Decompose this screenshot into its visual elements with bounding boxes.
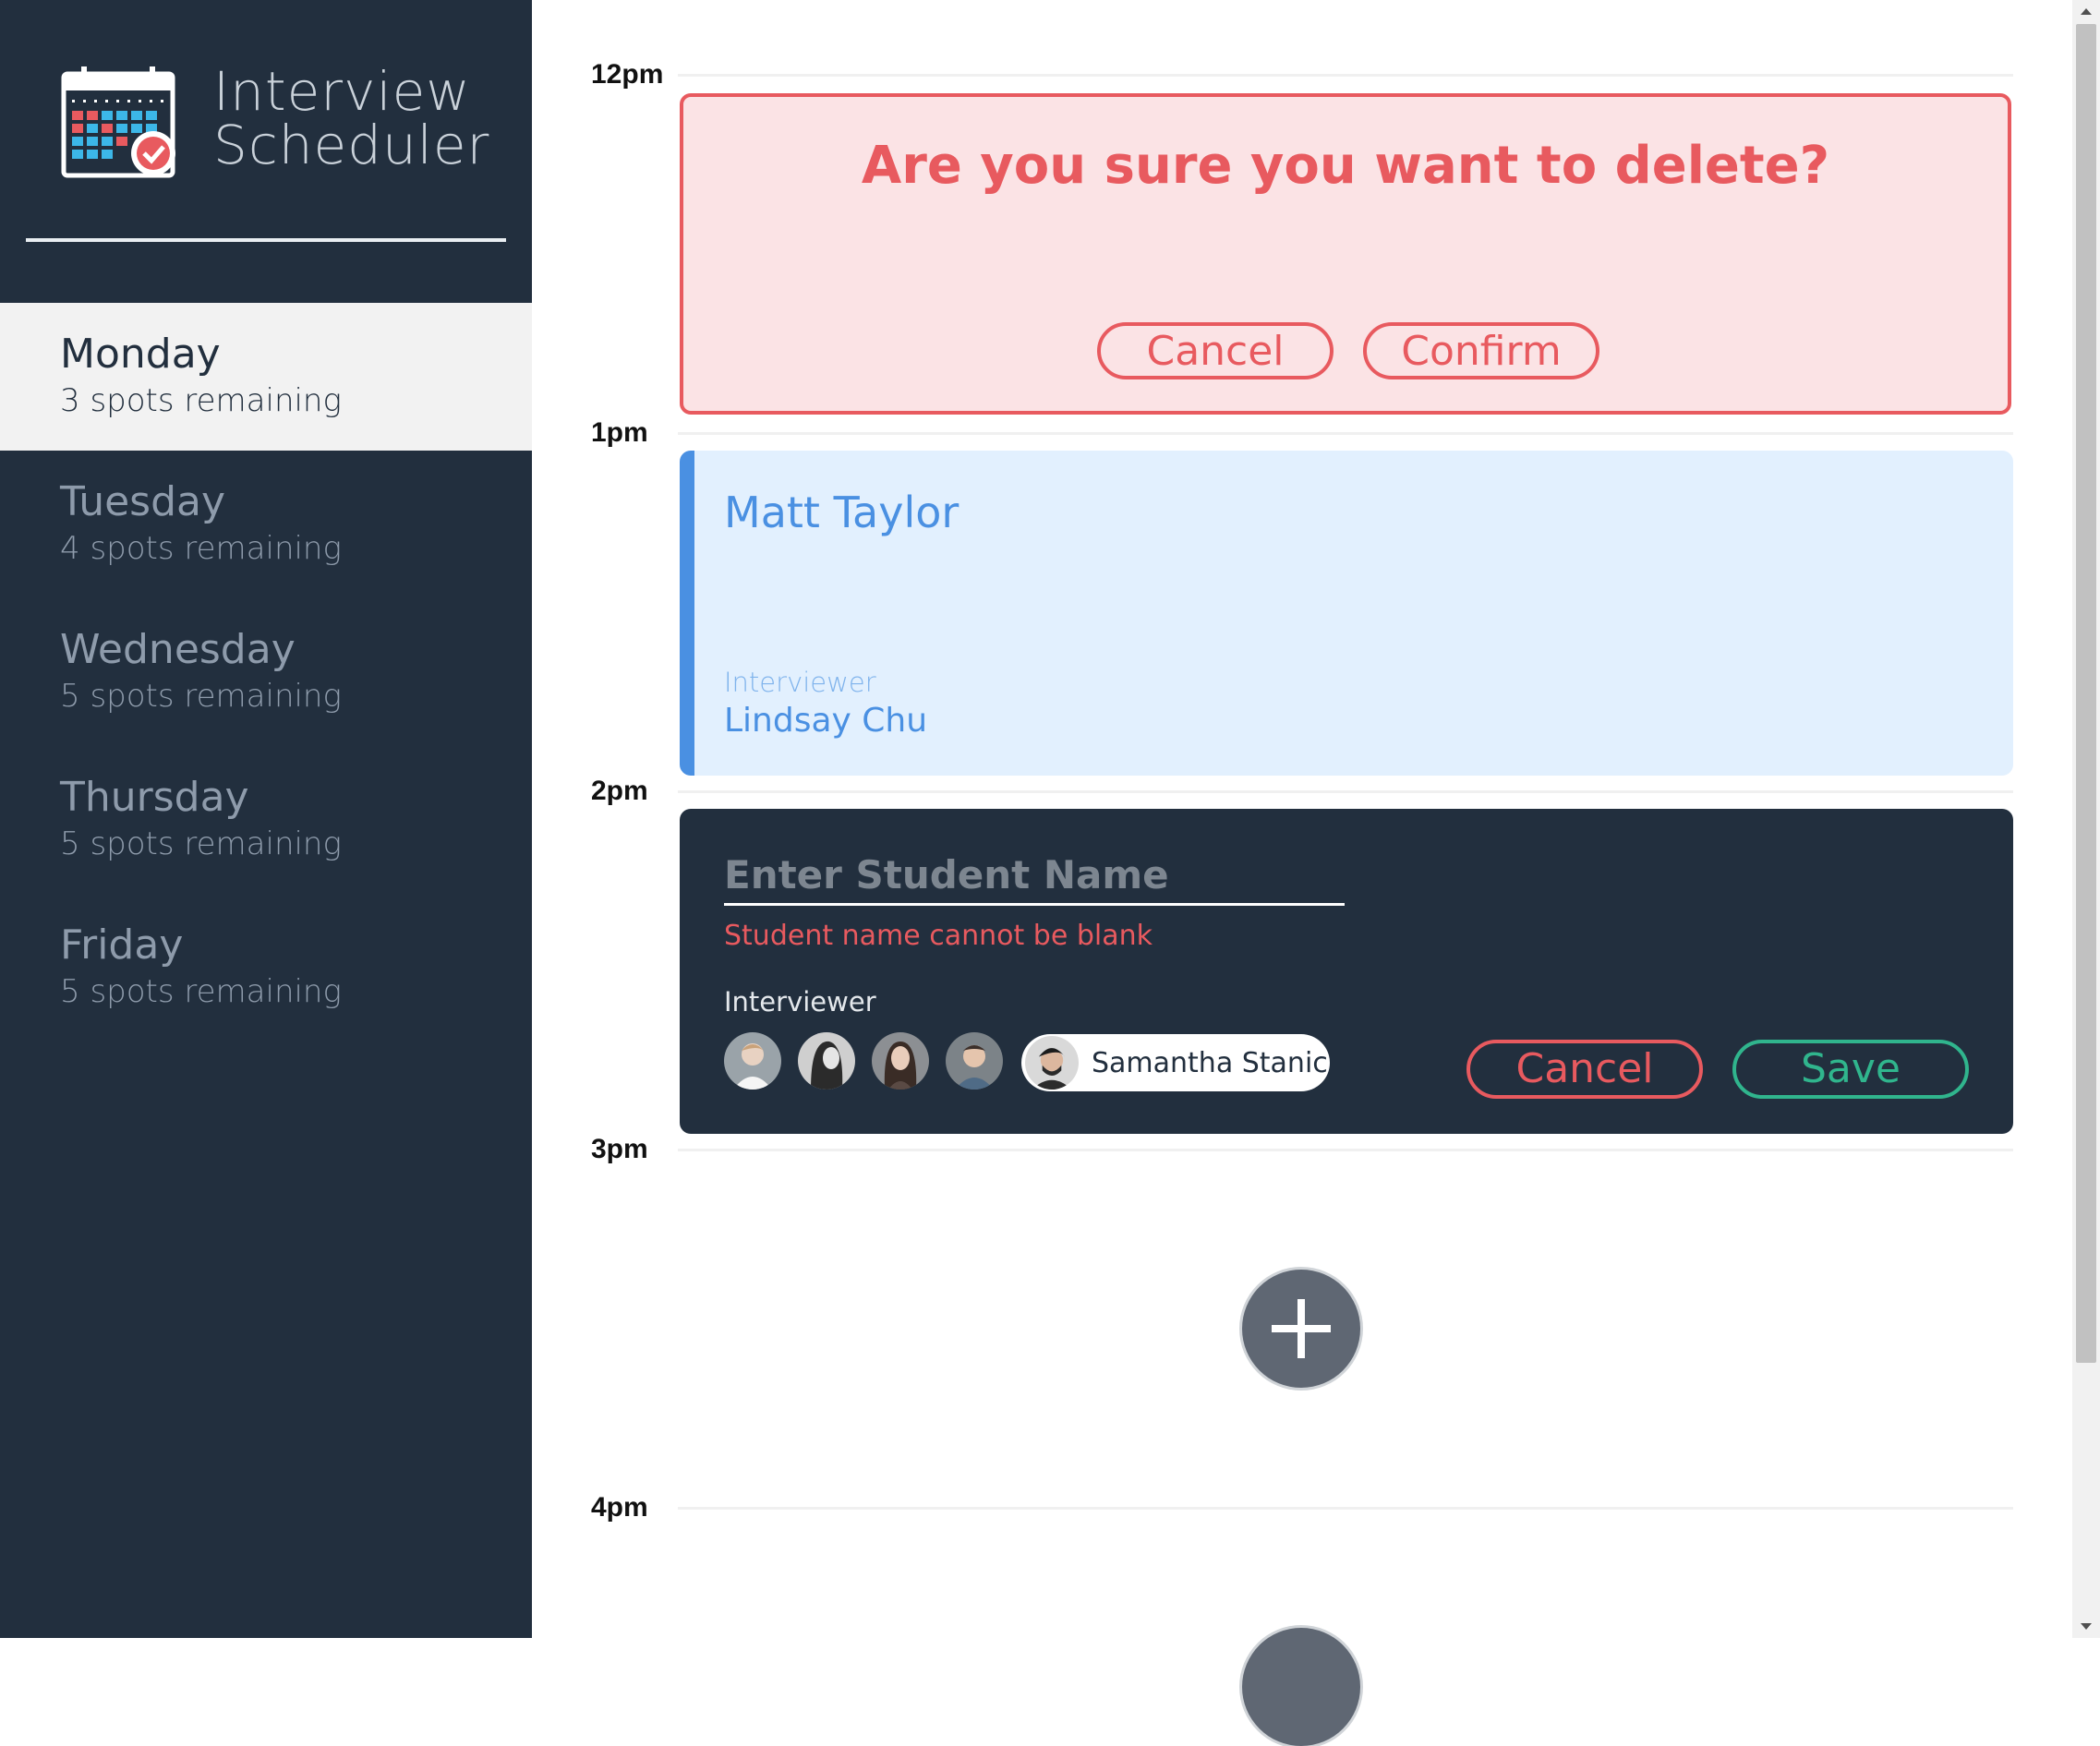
time-label-1pm: 1pm (591, 417, 648, 448)
time-divider (678, 790, 2013, 793)
day-item-wednesday[interactable]: Wednesday 5 spots remaining (0, 598, 532, 746)
calendar-logo-icon (61, 66, 175, 178)
time-divider (678, 1507, 2013, 1510)
day-item-friday[interactable]: Friday 5 spots remaining (0, 894, 532, 1042)
day-item-thursday[interactable]: Thursday 5 spots remaining (0, 746, 532, 894)
appointment-card[interactable]: Matt Taylor Interviewer Lindsay Chu (680, 451, 2013, 776)
interviewer-avatar[interactable] (872, 1032, 929, 1090)
appointment-form: Student name cannot be blank Interviewer (680, 809, 2013, 1134)
app-title-line1: Interview (213, 60, 471, 123)
day-item-tuesday[interactable]: Tuesday 4 spots remaining (0, 451, 532, 598)
plus-icon (1272, 1299, 1331, 1358)
time-label-2pm: 2pm (591, 776, 648, 806)
time-divider (678, 432, 2013, 435)
time-label-12pm: 12pm (591, 59, 664, 90)
scroll-up-arrow-icon[interactable] (2072, 0, 2100, 24)
day-spots: 5 spots remaining (60, 973, 342, 1010)
student-name: Matt Taylor (724, 488, 959, 537)
person-avatar-icon (1025, 1036, 1079, 1090)
sidebar: Interview Scheduler Monday 3 spots remai… (0, 0, 532, 1638)
app-title-line2: Scheduler (213, 114, 490, 176)
interviewer-label: Interviewer (724, 667, 876, 698)
validation-message: Student name cannot be blank (724, 920, 1153, 952)
interviewer-avatar[interactable] (724, 1032, 781, 1090)
day-spots: 4 spots remaining (60, 530, 342, 567)
interviewer-list-label: Interviewer (724, 986, 876, 1017)
time-divider (678, 1149, 2013, 1151)
day-name: Monday (60, 331, 221, 378)
form-save-button[interactable]: Save (1732, 1040, 1969, 1099)
add-appointment-button[interactable] (1242, 1270, 1360, 1388)
scroll-down-arrow-icon[interactable] (2072, 1614, 2100, 1638)
brand: Interview Scheduler (61, 65, 489, 185)
confirm-delete-button[interactable]: Confirm (1363, 322, 1599, 379)
day-name: Tuesday (60, 478, 226, 525)
day-spots: 5 spots remaining (60, 825, 342, 862)
selected-interviewer[interactable]: Samantha Stanic (1021, 1034, 1330, 1091)
time-divider (678, 74, 2013, 77)
person-avatar-icon (798, 1032, 855, 1090)
time-label-4pm: 4pm (591, 1492, 648, 1523)
interviewer-avatar[interactable] (946, 1032, 1003, 1090)
day-spots: 3 spots remaining (60, 382, 342, 419)
person-avatar-icon (724, 1032, 781, 1090)
person-avatar-icon (946, 1032, 1003, 1090)
day-item-monday[interactable]: Monday 3 spots remaining (0, 303, 532, 451)
day-name: Wednesday (60, 626, 296, 673)
day-spots: 5 spots remaining (60, 678, 342, 715)
day-list: Monday 3 spots remaining Tuesday 4 spots… (0, 303, 532, 1042)
day-name: Friday (60, 921, 184, 969)
interviewer-avatar (1025, 1036, 1079, 1090)
app-title: Interview Scheduler (213, 65, 489, 172)
interviewer-avatar[interactable] (798, 1032, 855, 1090)
time-label-3pm: 3pm (591, 1134, 648, 1164)
student-name-input[interactable] (724, 846, 1345, 906)
confirm-cancel-button[interactable]: Cancel (1097, 322, 1334, 379)
scrollbar-thumb[interactable] (2076, 24, 2096, 1363)
delete-confirm-card: Are you sure you want to delete? Cancel … (680, 93, 2011, 415)
vertical-scrollbar[interactable] (2072, 0, 2100, 1638)
sidebar-divider (26, 238, 506, 242)
interviewer-name: Lindsay Chu (724, 702, 928, 740)
form-cancel-button[interactable]: Cancel (1466, 1040, 1703, 1099)
person-avatar-icon (872, 1032, 929, 1090)
appointment-accent-bar (680, 451, 694, 776)
selected-interviewer-name: Samantha Stanic (1092, 1047, 1328, 1079)
day-name: Thursday (60, 774, 249, 821)
add-appointment-button[interactable] (1242, 1628, 1360, 1746)
confirm-message: Are you sure you want to delete? (861, 136, 1830, 196)
